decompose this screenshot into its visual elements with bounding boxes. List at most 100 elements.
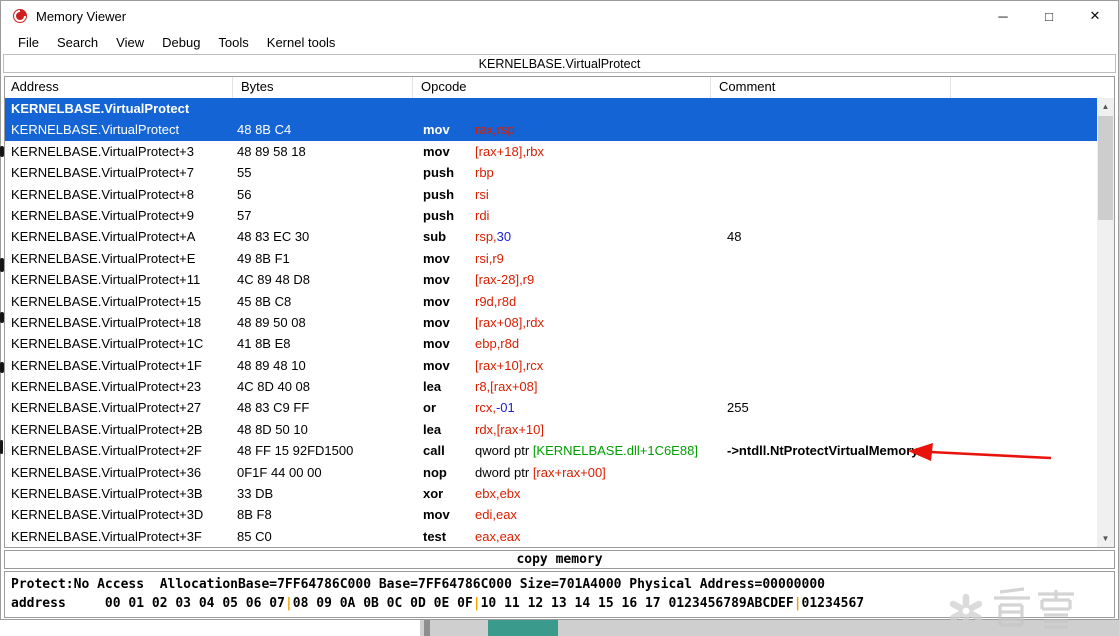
operand: rcx, bbox=[475, 400, 496, 416]
column-header-comment[interactable]: Comment bbox=[711, 77, 951, 98]
mnemonic: xor bbox=[423, 486, 444, 502]
operand: [rax+18],rbx bbox=[475, 143, 545, 159]
comment-cell bbox=[711, 376, 1097, 397]
comment-cell: ->ntdll.NtProtectVirtualMemory bbox=[727, 443, 919, 459]
opcode-cell: mov [rax+18],rbx bbox=[413, 141, 711, 162]
disasm-row[interactable]: KERNELBASE.VirtualProtect+3B 33 DB xor ebx,… bbox=[5, 483, 1097, 504]
bytes-cell: 48 89 48 10 bbox=[237, 357, 306, 373]
mnemonic: mov bbox=[423, 507, 450, 523]
address-cell: KERNELBASE.VirtualProtect+15 bbox=[11, 293, 202, 309]
operand: eax,eax bbox=[475, 528, 521, 544]
opcode-cell: mov rsi,r9 bbox=[413, 248, 711, 269]
bytes-cell: 48 8D 50 10 bbox=[237, 421, 308, 437]
disasm-row[interactable]: KERNELBASE.VirtualProtect+3F 85 C0 test eax… bbox=[5, 526, 1097, 547]
comment-cell bbox=[711, 312, 1097, 333]
scroll-down-icon[interactable]: ▼ bbox=[1097, 530, 1114, 547]
operand: r9d,r8d bbox=[475, 293, 517, 309]
menu-item-tools[interactable]: Tools bbox=[209, 32, 257, 53]
menu-item-search[interactable]: Search bbox=[48, 32, 107, 53]
operand: [rax+rax+00] bbox=[532, 464, 606, 480]
disasm-row[interactable]: KERNELBASE.VirtualProtect+7 55 push rbp bbox=[5, 162, 1097, 183]
address-cell: KERNELBASE.VirtualProtect+27 bbox=[11, 400, 202, 416]
address-cell: KERNELBASE.VirtualProtect+1F bbox=[11, 357, 202, 373]
mnemonic: mov bbox=[423, 122, 450, 138]
address-cell: KERNELBASE.VirtualProtect+18 bbox=[11, 314, 202, 330]
maximize-button[interactable]: □ bbox=[1026, 1, 1072, 31]
disasm-row[interactable]: KERNELBASE.VirtualProtect+15 45 8B C8 mov r… bbox=[5, 291, 1097, 312]
bytes-cell: 85 C0 bbox=[237, 528, 272, 544]
operand: rax,rsp bbox=[475, 122, 515, 138]
caption-text: KERNELBASE.VirtualProtect bbox=[478, 56, 641, 71]
disasm-row[interactable]: KERNELBASE.VirtualProtect+1C 41 8B E8 mov e… bbox=[5, 333, 1097, 354]
disasm-row[interactable]: KERNELBASE.VirtualProtect+8 56 push rsi bbox=[5, 184, 1097, 205]
background-window-strip bbox=[0, 620, 1119, 636]
copy-memory-bar[interactable]: copy memory bbox=[4, 550, 1115, 569]
comment-cell bbox=[711, 205, 1097, 226]
comment-cell bbox=[711, 355, 1097, 376]
table-header: Address Bytes Opcode Comment bbox=[5, 77, 1114, 99]
vertical-scrollbar[interactable]: ▲ ▼ bbox=[1097, 98, 1114, 547]
menu-item-file[interactable]: File bbox=[9, 32, 48, 53]
address-caption-bar: KERNELBASE.VirtualProtect bbox=[3, 54, 1116, 73]
scroll-thumb[interactable] bbox=[1098, 116, 1113, 220]
disasm-row[interactable]: KERNELBASE.VirtualProtect+3 48 89 58 18 mo… bbox=[5, 141, 1097, 162]
address-cell: KERNELBASE.VirtualProtect+E bbox=[11, 250, 196, 266]
menu-item-kernel-tools[interactable]: Kernel tools bbox=[258, 32, 345, 53]
disasm-section-row[interactable]: KERNELBASE.VirtualProtect bbox=[5, 98, 1097, 120]
disasm-row[interactable]: KERNELBASE.VirtualProtect+11 4C 89 48 D8 m… bbox=[5, 269, 1097, 290]
scroll-up-icon[interactable]: ▲ bbox=[1097, 98, 1114, 115]
disasm-row[interactable]: KERNELBASE.VirtualProtect 48 8B C4 mov rax,… bbox=[5, 119, 1097, 141]
address-cell: KERNELBASE.VirtualProtect+3F bbox=[11, 528, 202, 544]
address-cell: KERNELBASE.VirtualProtect+3B bbox=[11, 486, 203, 502]
disasm-row[interactable]: KERNELBASE.VirtualProtect+18 48 89 50 08 m… bbox=[5, 312, 1097, 333]
comment-cell bbox=[711, 184, 1097, 205]
bytes-cell: 49 8B F1 bbox=[237, 250, 290, 266]
disasm-row[interactable]: KERNELBASE.VirtualProtect+2F 48 FF 15 92F… bbox=[5, 440, 1097, 461]
disasm-row[interactable]: KERNELBASE.VirtualProtect+36 0F1F 44 00 0… bbox=[5, 462, 1097, 483]
opcode-cell: nop dword ptr [rax+rax+00] bbox=[413, 462, 711, 483]
background-window-edge bbox=[424, 620, 430, 636]
address-cell: KERNELBASE.VirtualProtect+8 bbox=[11, 186, 194, 202]
comment-cell bbox=[711, 248, 1097, 269]
menu-item-view[interactable]: View bbox=[107, 32, 153, 53]
address-cell: KERNELBASE.VirtualProtect+36 bbox=[11, 464, 202, 480]
memory-viewer-window: Memory Viewer ─ □ ✕ File Search View Debug T… bbox=[0, 0, 1119, 620]
disasm-row[interactable]: KERNELBASE.VirtualProtect+3D 8B F8 mov edi,… bbox=[5, 504, 1097, 525]
operand: rsi bbox=[475, 186, 489, 202]
hex-ruler-line: address 00 01 02 03 04 05 06 07|08 09 0A… bbox=[11, 594, 1114, 613]
disasm-row[interactable]: KERNELBASE.VirtualProtect+9 57 push rdi bbox=[5, 205, 1097, 226]
address-cell: KERNELBASE.VirtualProtect+3 bbox=[11, 143, 194, 159]
title-bar[interactable]: Memory Viewer ─ □ ✕ bbox=[1, 1, 1118, 31]
opcode-cell: push rsi bbox=[413, 184, 711, 205]
operand: ebx,ebx bbox=[475, 486, 521, 502]
menu-item-debug[interactable]: Debug bbox=[153, 32, 209, 53]
ruler-segment: | bbox=[472, 596, 481, 611]
ruler-segment: | bbox=[793, 596, 802, 611]
disasm-row[interactable]: KERNELBASE.VirtualProtect+1F 48 89 48 10 m… bbox=[5, 355, 1097, 376]
copy-memory-label: copy memory bbox=[516, 552, 603, 567]
window-controls: ─ □ ✕ bbox=[980, 1, 1118, 31]
close-button[interactable]: ✕ bbox=[1072, 1, 1118, 31]
comment-cell bbox=[711, 419, 1097, 440]
address-cell: KERNELBASE.VirtualProtect+A bbox=[11, 229, 196, 245]
mnemonic: test bbox=[423, 528, 447, 544]
menu-bar: File Search View Debug Tools Kernel tools bbox=[1, 31, 1118, 54]
disasm-row[interactable]: KERNELBASE.VirtualProtect+2B 48 8D 50 10 l… bbox=[5, 419, 1097, 440]
column-header-address[interactable]: Address bbox=[5, 77, 233, 98]
opcode-cell: mov r9d,r8d bbox=[413, 291, 711, 312]
mnemonic: sub bbox=[423, 229, 447, 245]
disasm-row[interactable]: KERNELBASE.VirtualProtect+27 48 83 C9 FF o… bbox=[5, 397, 1097, 418]
column-header-opcode[interactable]: Opcode bbox=[413, 77, 711, 98]
disasm-row[interactable]: KERNELBASE.VirtualProtect+23 4C 8D 40 08 l… bbox=[5, 376, 1097, 397]
column-header-bytes[interactable]: Bytes bbox=[233, 77, 413, 98]
disasm-row[interactable]: KERNELBASE.VirtualProtect+A 48 83 EC 30 su… bbox=[5, 226, 1097, 247]
background-teal-segment bbox=[488, 620, 558, 636]
operand: rsp, bbox=[475, 229, 497, 245]
mnemonic: call bbox=[423, 443, 445, 459]
opcode-cell: mov edi,eax bbox=[413, 504, 711, 525]
disasm-row[interactable]: KERNELBASE.VirtualProtect+E 49 8B F1 mov rs… bbox=[5, 248, 1097, 269]
column-header-filler bbox=[951, 77, 1114, 98]
operand: r8,[rax+08] bbox=[475, 379, 538, 395]
minimize-button[interactable]: ─ bbox=[980, 1, 1026, 31]
opcode-cell: lea rdx,[rax+10] bbox=[413, 419, 711, 440]
